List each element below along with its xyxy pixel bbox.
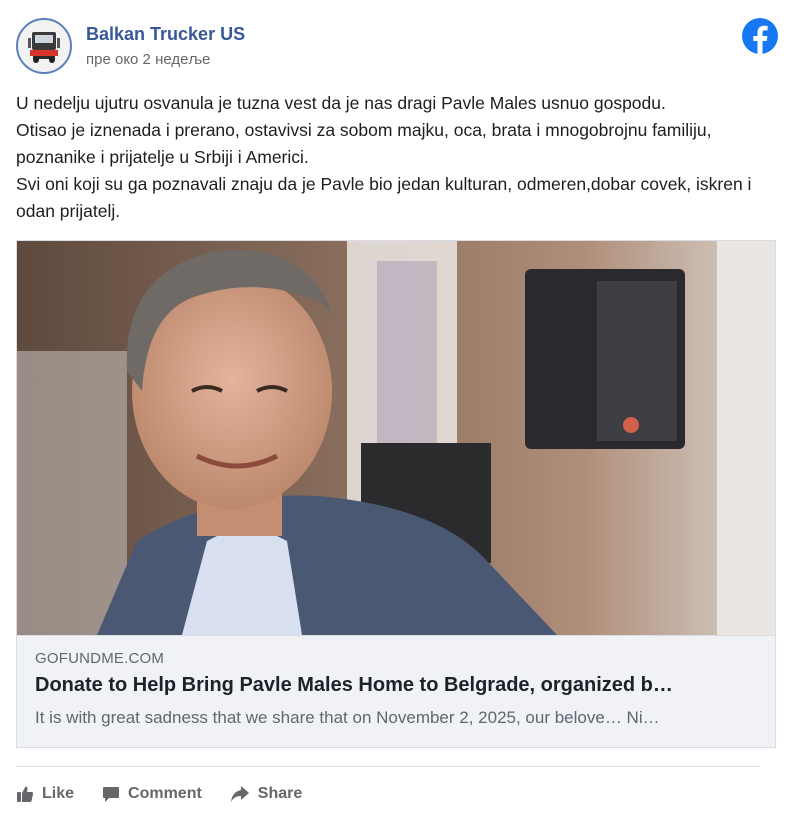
link-preview-image[interactable]	[17, 241, 775, 635]
page-avatar[interactable]	[16, 18, 72, 74]
link-description: It is with great sadness that we share t…	[35, 708, 660, 727]
portrait-photo	[17, 241, 775, 635]
share-button[interactable]: Share	[230, 785, 302, 803]
facebook-icon[interactable]	[742, 18, 778, 54]
thumbs-up-icon	[17, 786, 34, 802]
like-button[interactable]: Like	[16, 785, 74, 803]
link-preview-card[interactable]: GOFUNDME.COM Donate to Help Bring Pavle …	[16, 240, 776, 748]
truck-logo-icon	[28, 32, 60, 63]
post-header: Balkan Trucker US пре око 2 недеље	[16, 14, 786, 76]
link-title[interactable]: Donate to Help Bring Pavle Males Home to…	[35, 674, 760, 697]
link-preview-info[interactable]: GOFUNDME.COM Donate to Help Bring Pavle …	[17, 635, 775, 747]
post-timestamp[interactable]: пре око 2 недеље	[86, 51, 210, 68]
like-label: Like	[42, 785, 75, 802]
page-name-link[interactable]: Balkan Trucker US	[86, 24, 245, 45]
link-domain: GOFUNDME.COM	[35, 650, 165, 667]
post-message: U nedelju ujutru osvanula je tuzna vest …	[16, 90, 786, 225]
comment-button[interactable]: Comment	[102, 785, 202, 803]
post-actions-bar: Like Comment Share	[16, 778, 302, 810]
speech-bubble-icon	[103, 787, 120, 802]
share-arrow-icon	[230, 786, 249, 802]
actions-divider	[16, 766, 760, 767]
comment-label: Comment	[128, 785, 202, 802]
facebook-post-embed: Balkan Trucker US пре око 2 недеље U ned…	[0, 0, 800, 817]
post-text-body: U nedelju ujutru osvanula je tuzna vest …	[16, 93, 752, 221]
share-label: Share	[257, 785, 303, 802]
